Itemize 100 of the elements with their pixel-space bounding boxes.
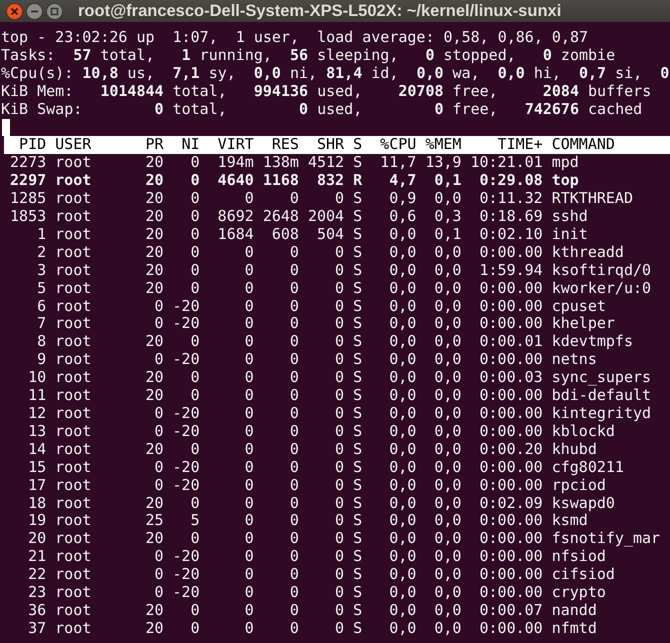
table-cell-text: 0:00.20 bbox=[478, 440, 543, 459]
table-cell-text: 0,0 bbox=[388, 584, 416, 602]
table-cell-text: 832 bbox=[316, 172, 344, 190]
table-cell-text: -20 bbox=[172, 584, 200, 602]
table-cell-text: 0 bbox=[288, 548, 299, 566]
column-header: %CPU bbox=[379, 136, 416, 154]
table-cell-text: -20 bbox=[172, 458, 200, 477]
table-cell-text: 0,0 bbox=[433, 458, 462, 477]
table-cell-text: 0 bbox=[288, 476, 299, 495]
table-cell-text: 17 bbox=[27, 476, 46, 495]
table-cell-text: 20 bbox=[144, 333, 164, 352]
table-cell-text: 0 bbox=[190, 440, 200, 459]
column-header: COMMAND bbox=[550, 136, 615, 154]
table-cell-text: 0,0 bbox=[388, 512, 416, 530]
table-cell-text: S bbox=[352, 333, 362, 352]
minimize-icon[interactable] bbox=[26, 2, 43, 20]
table-cell-text: 20 bbox=[144, 620, 164, 638]
table-cell-text: 20 bbox=[144, 172, 164, 190]
table-cell-text: 20 bbox=[144, 494, 164, 512]
table-cell-text: root bbox=[54, 494, 92, 512]
table-cell-text: 0:00.00 bbox=[478, 476, 543, 495]
table-cell-text: 12 bbox=[27, 405, 46, 423]
table-cell-text: 0 bbox=[153, 566, 164, 584]
table-cell-text: root bbox=[54, 566, 92, 584]
table-cell-text: 0 bbox=[288, 494, 299, 512]
table-cell-text: 0 bbox=[244, 190, 254, 208]
table-cell-text: root bbox=[54, 405, 92, 423]
table-cell-text: root bbox=[54, 208, 92, 226]
table-cell-text: 8692 bbox=[216, 208, 254, 226]
table-cell-text: 0 bbox=[190, 333, 200, 352]
table-cell-text: 0 bbox=[288, 405, 299, 423]
table-cell-text: S bbox=[352, 405, 362, 423]
table-cell-text: 0:00.03 bbox=[478, 369, 543, 388]
table-cell-text: 0,0 bbox=[388, 530, 416, 548]
table-cell-text: root bbox=[54, 154, 92, 172]
table-cell-text: S bbox=[352, 244, 362, 262]
table-cell-text: -20 bbox=[172, 315, 200, 334]
column-header: NI bbox=[180, 136, 200, 154]
table-cell-text: 0 bbox=[288, 387, 299, 406]
table-cell-text: 0 bbox=[334, 530, 344, 548]
table-cell-text: 0 bbox=[334, 476, 344, 495]
table-cell-text: 0,6 bbox=[388, 208, 416, 226]
table-cell-text: 0 bbox=[334, 190, 344, 208]
table-cell-text: 0 bbox=[190, 494, 200, 512]
table-cell-text: S bbox=[352, 369, 362, 388]
table-cell-text: 20 bbox=[144, 602, 164, 620]
table-cell-text: 0:00.00 bbox=[478, 298, 543, 316]
table-cell-text: 0,0 bbox=[433, 530, 462, 548]
summary-line: KiB Mem: 1014844 total, 994136 used, 20708 free, 2084 buffers bbox=[1, 82, 652, 101]
table-cell-text: 0,0 bbox=[388, 620, 416, 638]
table-cell-text: 0 bbox=[244, 530, 254, 548]
table-cell-text: S bbox=[352, 387, 362, 406]
table-cell-text: root bbox=[54, 620, 92, 638]
table-cell-text: S bbox=[352, 548, 362, 566]
table-cell-text: 0,0 bbox=[388, 422, 416, 441]
table-cell-text: 4512 bbox=[306, 154, 344, 172]
table-cell-text: 0 bbox=[334, 620, 344, 638]
table-cell-text: 0 bbox=[153, 476, 164, 495]
table-cell-text: 18 bbox=[27, 494, 46, 512]
table-cell-text: 0 bbox=[288, 262, 299, 280]
table-cell-text: 0:11.32 bbox=[478, 190, 543, 208]
table-cell-text: 0 bbox=[334, 369, 344, 388]
table-cell-text: 0 bbox=[190, 172, 200, 190]
table-cell-text: 0:00.01 bbox=[478, 333, 543, 352]
table-cell-text: 20 bbox=[144, 154, 164, 172]
table-cell-text: 0 bbox=[244, 244, 254, 262]
table-cell-text: 0 bbox=[244, 387, 254, 406]
maximize-icon[interactable] bbox=[46, 2, 63, 20]
table-cell-text: 0 bbox=[244, 440, 254, 459]
table-cell-text: 0 bbox=[334, 494, 344, 512]
summary-line: Tasks: 57 total, 1 running, 56 sleeping, 0 stopped, 0 zombie bbox=[1, 46, 616, 65]
table-cell-text: root bbox=[54, 440, 92, 459]
table-cell-text: root bbox=[54, 476, 92, 495]
table-cell-text: fsnotify_mar bbox=[550, 530, 660, 548]
table-cell-text: 0 bbox=[244, 333, 254, 352]
table-cell-text: 0 bbox=[334, 566, 344, 584]
table-cell-text: 0:00.00 bbox=[478, 512, 543, 530]
table-cell-text: 0 bbox=[244, 458, 254, 477]
table-cell-text: S bbox=[352, 440, 362, 459]
table-cell-text: root bbox=[54, 244, 92, 262]
table-cell-text: 0 bbox=[244, 476, 254, 495]
table-cell-text: ksoftirqd/0 bbox=[550, 262, 652, 280]
table-cell-text: 0 bbox=[288, 440, 299, 459]
table-cell-text: 0:00.00 bbox=[478, 422, 543, 441]
table-cell-text: 0 bbox=[288, 584, 299, 602]
table-cell-text: 3 bbox=[36, 262, 46, 280]
table-cell-text: khelper bbox=[550, 315, 615, 334]
table-cell-text: 0 bbox=[334, 315, 344, 334]
table-cell-text: RTKTHREAD bbox=[550, 190, 633, 208]
table-cell-text: 36 bbox=[27, 602, 46, 620]
table-cell-text: root bbox=[54, 333, 92, 352]
table-cell-text: 2 bbox=[36, 244, 46, 262]
close-icon[interactable] bbox=[6, 2, 23, 20]
table-cell-text: root bbox=[54, 512, 92, 530]
table-cell-text: 0,0 bbox=[433, 333, 462, 352]
column-header: USER bbox=[54, 136, 92, 154]
table-cell-text: 0:00.00 bbox=[478, 458, 543, 477]
summary-line: %Cpu(s): 10,8 us, 7,1 sy, 0,0 ni, 81,4 id, 0,0 wa, 0,0 hi, 0,7 si, 0 bbox=[1, 64, 670, 83]
table-cell-text: 6 bbox=[36, 298, 46, 316]
table-cell-text: 21 bbox=[27, 548, 46, 566]
